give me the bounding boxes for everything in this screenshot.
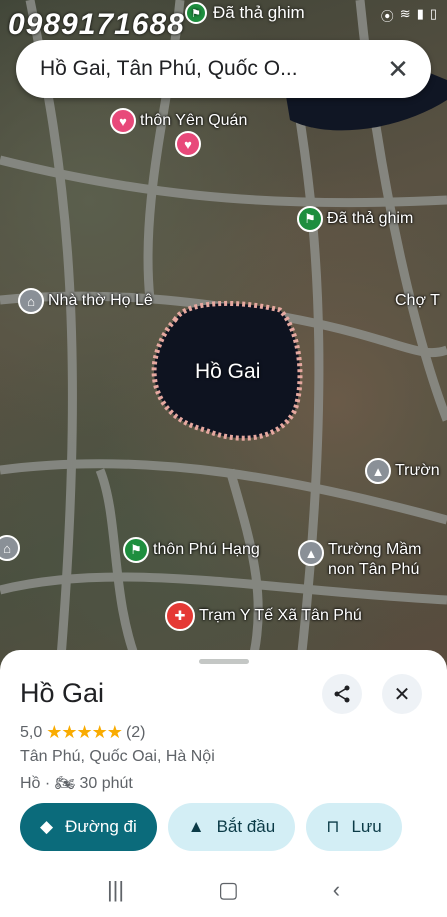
poi-dropped-pin[interactable]: ⚑ Đã thả ghim <box>297 206 413 232</box>
close-button[interactable]: ✕ <box>382 674 422 714</box>
close-icon[interactable]: ✕ <box>383 54 413 85</box>
back-icon[interactable]: ‹ <box>333 877 340 903</box>
directions-icon: ◆ <box>40 817 54 836</box>
save-button[interactable]: ⊓ Lưu <box>306 803 402 851</box>
close-icon: ✕ <box>393 683 411 706</box>
watermark-phone: 0989171688 <box>8 8 185 41</box>
start-label: Bắt đầu <box>216 817 276 836</box>
lake-label: Hồ Gai <box>195 360 261 383</box>
drag-handle[interactable] <box>199 659 249 664</box>
rating-value: 5,0 <box>20 723 43 741</box>
save-label: Lưu <box>351 817 382 836</box>
motorbike-icon: 🏍 <box>54 775 75 792</box>
recent-apps-icon[interactable]: ||| <box>107 877 124 903</box>
poi-tram-y-te[interactable]: ✚ Trạm Y Tế Xã Tân Phú <box>165 601 362 631</box>
poi-nha-tho-ho-le[interactable]: ⌂ Nhà thờ Họ Lê <box>18 288 153 314</box>
flag-icon: ⚑ <box>185 2 207 24</box>
status-pin-label: ⚑ Đã thả ghim <box>185 2 305 24</box>
poi-label: Trườn <box>395 462 440 479</box>
poi-cho[interactable]: Chợ T <box>395 292 440 310</box>
poi-edge[interactable]: ⌂ <box>0 535 20 561</box>
place-meta: Hồ · 🏍 30 phút <box>20 775 133 792</box>
school-icon: ▲ <box>298 540 324 566</box>
hospital-icon: ✚ <box>165 601 195 631</box>
place-address: Tân Phú, Quốc Oai, Hà Nội <box>20 748 215 765</box>
poi-label: Chợ T <box>395 292 440 309</box>
location-icon: ⦿ <box>380 9 394 24</box>
directions-button[interactable]: ◆ Đường đi <box>20 803 157 851</box>
system-nav-bar: ||| ▢ ‹ <box>0 862 447 917</box>
home-icon[interactable]: ▢ <box>218 877 239 903</box>
place-category: Hồ <box>20 775 41 792</box>
bookmark-icon: ⊓ <box>326 817 340 836</box>
directions-label: Đường đi <box>65 817 137 836</box>
star-rating: ★★★★★ <box>46 722 123 742</box>
search-bar[interactable]: Hồ Gai, Tân Phú, Quốc O... ✕ <box>16 40 431 98</box>
start-button[interactable]: ▲ Bắt đầu <box>167 803 296 851</box>
temple-icon: ⌂ <box>18 288 44 314</box>
pin-label-text: Đã thả ghim <box>213 3 305 22</box>
poi-truong-mam-non[interactable]: ▲ Trường Mầm non Tân Phú <box>298 540 422 580</box>
school-icon: ▲ <box>365 458 391 484</box>
temple-icon: ⌂ <box>0 535 20 561</box>
flag-icon: ⚑ <box>297 206 323 232</box>
map-view[interactable]: 0989171688 ⚑ Đã thả ghim ⦿ ≋ ▮ ▯ Hồ Gai,… <box>0 0 447 670</box>
poi-label: Trường Mầm non Tân Phú <box>328 541 422 578</box>
battery-icon: ▯ <box>429 6 437 21</box>
share-button[interactable] <box>322 674 362 714</box>
poi-label: Đã thả ghim <box>327 210 414 227</box>
navigation-arrow-icon: ▲ <box>187 817 205 836</box>
status-icons: ⦿ ≋ ▮ ▯ <box>381 6 437 25</box>
share-icon <box>334 685 350 703</box>
rating-row: 5,0 ★★★★★ (2) <box>20 722 146 743</box>
travel-time: 30 phút <box>79 775 133 792</box>
poi-label: Trạm Y Tế Xã Tân Phú <box>199 607 362 624</box>
search-input[interactable]: Hồ Gai, Tân Phú, Quốc O... <box>40 57 383 81</box>
flag-icon: ⚑ <box>123 537 149 563</box>
signal-icon: ▮ <box>416 6 424 21</box>
place-title: Hồ Gai <box>20 678 105 708</box>
poi-label: Nhà thờ Họ Lê <box>48 292 153 309</box>
heart-icon: ♥ <box>175 131 201 157</box>
action-row: ◆ Đường đi ▲ Bắt đầu ⊓ Lưu <box>20 803 402 851</box>
poi-truong[interactable]: ▲ Trườn <box>365 458 440 484</box>
review-count[interactable]: (2) <box>126 724 146 742</box>
heart-icon: ♥ <box>110 108 136 134</box>
poi-label: thôn Yên Quán <box>140 112 248 129</box>
poi-thon-phu-hang[interactable]: ⚑ thôn Phú Hạng <box>123 537 260 563</box>
poi-heart[interactable]: ♥ <box>175 131 201 157</box>
wifi-icon: ≋ <box>399 6 411 21</box>
poi-label: thôn Phú Hạng <box>153 541 260 558</box>
